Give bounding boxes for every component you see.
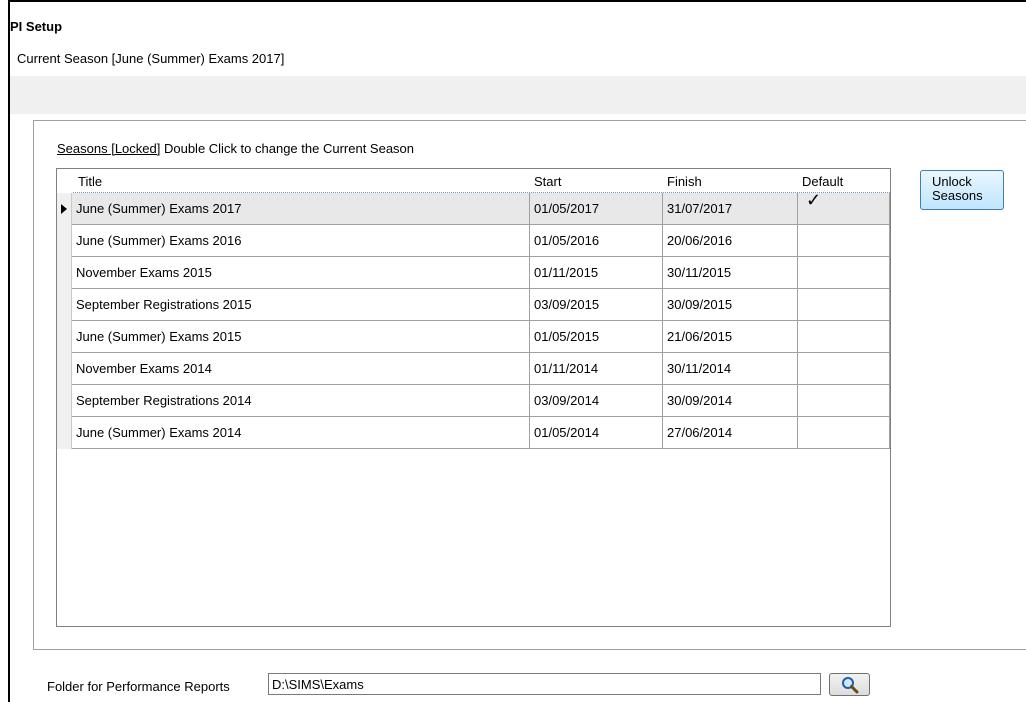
cell-start[interactable]: 01/05/2016 [530,225,663,257]
cell-default[interactable] [798,225,890,257]
default-check-icon: ✓ [806,193,822,210]
cell-start[interactable]: 01/05/2014 [530,417,663,449]
cell-default[interactable] [798,257,890,289]
cell-start[interactable]: 01/11/2015 [530,257,663,289]
row-selector[interactable] [57,417,72,449]
cell-title[interactable]: June (Summer) Exams 2017 [72,193,530,225]
row-selector-header [57,169,72,193]
column-header-start[interactable]: Start [534,169,561,192]
unlock-button-line1: Unlock [932,174,972,189]
table-row[interactable]: September Registrations 2015 03/09/2015 30… [57,289,890,321]
cell-finish[interactable]: 30/09/2015 [663,289,798,321]
browse-folder-button[interactable] [829,673,870,696]
cell-title[interactable]: June (Summer) Exams 2014 [72,417,530,449]
table-row[interactable]: June (Summer) Exams 2016 01/05/2016 20/06/… [57,225,890,257]
column-header-default[interactable]: Default [802,169,843,192]
row-selector[interactable] [57,257,72,289]
current-season-label: Current Season [June (Summer) Exams 2017… [17,51,285,66]
cell-title[interactable]: September Registrations 2014 [72,385,530,417]
cell-default[interactable] [798,321,890,353]
reports-folder-label: Folder for Performance Reports [47,679,230,694]
cell-finish[interactable]: 30/11/2015 [663,257,798,289]
cell-title[interactable]: November Exams 2015 [72,257,530,289]
reports-folder-input[interactable]: D:\SIMS\Exams [268,673,821,695]
page-title: PI Setup [10,19,63,34]
table-row[interactable]: June (Summer) Exams 2014 01/05/2014 27/06/… [57,417,890,449]
cell-title[interactable]: November Exams 2014 [72,353,530,385]
table-row[interactable]: June (Summer) Exams 2017 01/05/2017 31/07/… [57,193,890,225]
cell-title[interactable]: June (Summer) Exams 2015 [72,321,530,353]
cell-finish[interactable]: 27/06/2014 [663,417,798,449]
row-selector[interactable] [57,353,72,385]
cell-finish[interactable]: 20/06/2016 [663,225,798,257]
cell-start[interactable]: 01/05/2017 [530,193,663,225]
table-row[interactable]: September Registrations 2014 03/09/2014 30… [57,385,890,417]
cell-finish[interactable]: 31/07/2017 [663,193,798,225]
row-selector[interactable] [57,193,72,225]
cell-default[interactable] [798,353,890,385]
row-selector[interactable] [57,289,72,321]
cell-start[interactable]: 03/09/2014 [530,385,663,417]
cell-finish[interactable]: 21/06/2015 [663,321,798,353]
column-header-finish[interactable]: Finish [667,169,702,192]
cell-default[interactable] [798,289,890,321]
cell-start[interactable]: 01/11/2014 [530,353,663,385]
magnifier-icon [842,677,859,694]
cell-default[interactable] [798,385,890,417]
row-selector[interactable] [57,385,72,417]
seasons-grid[interactable]: Title Start Finish Default June (Summer)… [56,168,891,627]
seasons-locked-link[interactable]: Seasons [Locked] [57,141,160,156]
row-selector[interactable] [57,321,72,353]
cell-start[interactable]: 01/05/2015 [530,321,663,353]
seasons-caption: Seasons [Locked] Double Click to change … [57,141,414,156]
cell-title[interactable]: June (Summer) Exams 2016 [72,225,530,257]
cell-default[interactable]: ✓ [798,193,890,225]
cell-start[interactable]: 03/09/2015 [530,289,663,321]
cell-default[interactable] [798,417,890,449]
current-row-arrow-icon [61,204,67,214]
table-row[interactable]: November Exams 2015 01/11/2015 30/11/2015 [57,257,890,289]
cell-title[interactable]: September Registrations 2015 [72,289,530,321]
table-row[interactable]: November Exams 2014 01/11/2014 30/11/2014 [57,353,890,385]
table-row[interactable]: June (Summer) Exams 2015 01/05/2015 21/06/… [57,321,890,353]
unlock-seasons-button[interactable]: Unlock Seasons [920,170,1004,210]
seasons-instructions: Double Click to change the Current Seaso… [160,141,415,156]
row-selector[interactable] [57,225,72,257]
unlock-button-line2: Seasons [932,188,983,203]
cell-finish[interactable]: 30/09/2014 [663,385,798,417]
column-header-title[interactable]: Title [78,169,102,192]
cell-finish[interactable]: 30/11/2014 [663,353,798,385]
grid-header-row: Title Start Finish Default [57,169,890,193]
toolbar-strip [10,76,1026,114]
